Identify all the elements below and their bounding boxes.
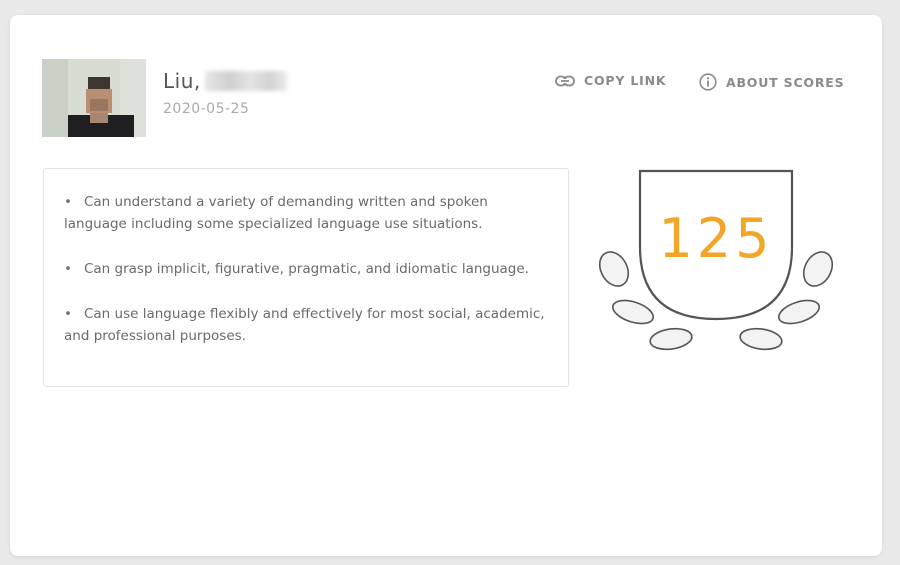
about-scores-button[interactable]: ABOUT SCORES: [699, 73, 844, 91]
description-item: Can understand a variety of demanding wr…: [64, 191, 550, 235]
description-list: Can understand a variety of demanding wr…: [64, 191, 550, 347]
description-item: Can use language flexibly and effectivel…: [64, 303, 550, 347]
test-date: 2020-05-25: [163, 101, 250, 117]
redacted-name: [204, 71, 287, 91]
score-value: 125: [658, 207, 773, 270]
avatar: [42, 59, 146, 137]
candidate-name: Liu,: [163, 69, 287, 93]
score-badge: 125: [598, 169, 834, 351]
copy-link-label: COPY LINK: [584, 73, 667, 88]
results-card: Liu, 2020-05-25 COPY LINK ABOUT SCORES C…: [10, 15, 882, 556]
about-scores-label: ABOUT SCORES: [726, 74, 845, 90]
info-icon: [699, 73, 717, 91]
link-icon: [555, 75, 575, 86]
description-item: Can grasp implicit, figurative, pragmati…: [64, 258, 550, 280]
copy-link-button[interactable]: COPY LINK: [555, 73, 666, 88]
candidate-name-text: Liu,: [163, 69, 201, 93]
score-description-box: Can understand a variety of demanding wr…: [43, 168, 569, 387]
